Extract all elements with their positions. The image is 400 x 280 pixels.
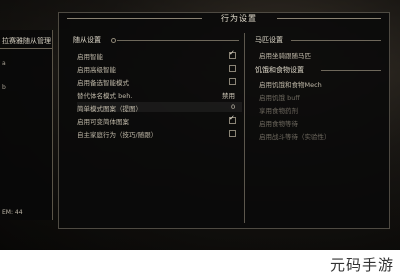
option-row[interactable]: 启用饥饿和食物Mech bbox=[259, 78, 379, 89]
left-panel-status: EM: 44 bbox=[2, 209, 23, 216]
left-panel-mark-1[interactable]: a bbox=[2, 60, 6, 67]
option-row[interactable]: 启用食物等待 bbox=[259, 117, 379, 128]
option-label: 启用高级智能 bbox=[77, 66, 116, 74]
checkbox-checked[interactable] bbox=[229, 114, 236, 124]
section-title-horse: 马匹设置 bbox=[255, 36, 283, 44]
header-line-left bbox=[67, 18, 202, 19]
left-panel-title: 拉赛雅随从管理 bbox=[2, 37, 51, 45]
option-row[interactable]: 享用食物药剂 bbox=[259, 104, 379, 115]
option-label: 自主家庭行为（技巧/随跟） bbox=[77, 131, 158, 139]
section-line-hunger bbox=[321, 70, 381, 71]
option-row[interactable]: 自主家庭行为（技巧/随跟） bbox=[77, 128, 242, 139]
behavior-settings-panel: 行为设置 随从设置 启用智能 启用高级智能 启用备选智能模式 替代体名模式 be… bbox=[58, 12, 390, 229]
column-divider bbox=[244, 33, 245, 223]
left-panel-divider bbox=[0, 48, 52, 49]
section-line-follower bbox=[117, 40, 239, 41]
option-label: 简单模式图案（提图） bbox=[77, 105, 142, 113]
option-value: 0 bbox=[231, 103, 236, 111]
section-line-horse bbox=[291, 40, 381, 41]
option-label: 启用备选智能模式 bbox=[77, 79, 129, 87]
left-follower-panel: 拉赛雅随从管理 a b EM: 44 bbox=[0, 30, 53, 220]
section-title-follower: 随从设置 bbox=[73, 36, 101, 44]
option-label: 启用战斗等待（实验性） bbox=[259, 133, 331, 141]
option-label: 享用食物药剂 bbox=[259, 107, 298, 115]
section-title-hunger: 饥饿和食物设置 bbox=[255, 66, 304, 74]
section-dot-icon bbox=[111, 38, 116, 43]
option-row[interactable]: 启用可变简体图案 bbox=[77, 114, 242, 126]
option-row[interactable]: 启用备选智能模式 bbox=[77, 76, 242, 87]
checkbox[interactable] bbox=[229, 78, 236, 85]
option-label: 启用饥饿 buff bbox=[259, 94, 300, 102]
left-panel-mark-2[interactable]: b bbox=[2, 84, 6, 91]
checkbox-checked[interactable] bbox=[229, 49, 236, 59]
option-label: 启用饥饿和食物Mech bbox=[259, 81, 322, 89]
option-label: 启用食物等待 bbox=[259, 120, 298, 128]
checkbox[interactable] bbox=[229, 130, 236, 137]
header-line-right bbox=[277, 18, 381, 19]
option-label: 替代体名模式 beh. bbox=[77, 92, 133, 100]
option-label: 启用可变简体图案 bbox=[77, 118, 129, 126]
option-row[interactable]: 替代体名模式 beh. 禁用 bbox=[77, 89, 242, 100]
option-value: 禁用 bbox=[222, 92, 235, 100]
option-label: 启用智能 bbox=[77, 53, 103, 61]
option-row[interactable]: 启用坐骑跟随马匹 bbox=[259, 49, 379, 60]
option-row[interactable]: 启用智能 bbox=[77, 49, 242, 61]
panel-title: 行为设置 bbox=[221, 14, 257, 23]
option-row[interactable]: 启用饥饿 buff bbox=[259, 91, 379, 102]
option-row[interactable]: 启用战斗等待（实验性） bbox=[259, 130, 379, 141]
option-label: 启用坐骑跟随马匹 bbox=[259, 52, 311, 60]
option-row[interactable]: 简单模式图案（提图） 0 bbox=[77, 102, 242, 113]
option-row[interactable]: 启用高级智能 bbox=[77, 63, 242, 74]
checkbox[interactable] bbox=[229, 65, 236, 72]
watermark-text: 元码手游 bbox=[329, 256, 394, 274]
